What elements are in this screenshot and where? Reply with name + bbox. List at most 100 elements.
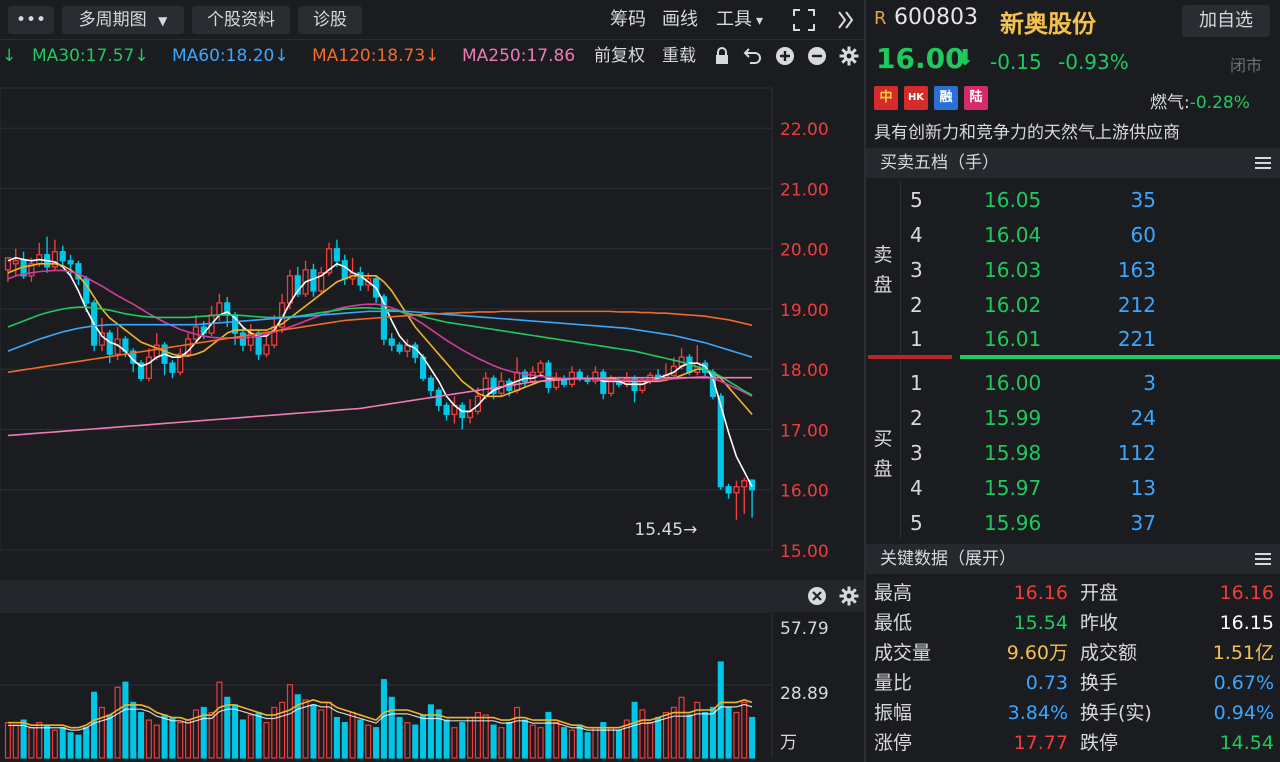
candle-body[interactable] [263,344,270,355]
volume-bar[interactable] [67,732,74,759]
candle-body[interactable] [169,362,176,373]
volume-bar[interactable] [208,711,215,759]
volume-bar[interactable] [310,704,317,759]
bid-row[interactable]: 5 15.96 37 [866,506,1280,540]
volume-bar[interactable] [404,722,411,759]
candle-body[interactable] [467,410,474,419]
volume-bar[interactable] [474,711,481,759]
overlay-button[interactable]: 重载 [662,40,696,72]
candle-body[interactable] [12,260,19,265]
land-connect-icon[interactable]: 陆 [964,86,988,110]
volume-bar[interactable] [122,681,129,759]
volume-bar[interactable] [412,724,419,759]
volume-bar[interactable] [224,696,231,759]
volume-bar[interactable] [130,701,137,759]
volume-bar[interactable] [263,722,270,759]
volume-bar[interactable] [75,734,82,759]
gear-icon[interactable] [838,40,860,77]
candle-body[interactable] [741,480,748,488]
volume-bar[interactable] [138,711,145,759]
volume-bar[interactable] [279,701,286,759]
volume-bar[interactable] [44,724,51,759]
volume-bar[interactable] [114,686,121,759]
period-dropdown[interactable]: 多周期图 ▼ [62,6,184,34]
bid-row[interactable]: 3 15.98 112 [866,436,1280,470]
orderbook-header[interactable]: 买卖五档（手） [866,148,1280,178]
volume-bar[interactable] [576,724,583,759]
flag-cn-icon[interactable]: 中 [874,86,898,110]
volume-bar[interactable] [349,711,356,759]
volume-bar[interactable] [28,727,35,759]
margin-icon[interactable]: 融 [934,86,958,110]
tools-dropdown[interactable]: 工具 ▾ [716,6,763,34]
volume-bar[interactable] [216,681,223,759]
candle-body[interactable] [733,486,740,494]
candle-body[interactable] [216,302,223,316]
volume-bar[interactable] [247,714,254,759]
volume-bar[interactable] [427,704,434,759]
candle-body[interactable] [67,260,74,265]
stock-profile-button[interactable]: 个股资料 [192,6,290,34]
volume-bar[interactable] [161,714,168,759]
volume-bar[interactable] [302,699,309,759]
volume-bar[interactable] [678,696,685,759]
double-chevron-right-icon[interactable] [836,6,856,34]
candle-body[interactable] [333,248,340,262]
ask-row[interactable]: 4 16.04 60 [866,218,1280,252]
candle-body[interactable] [608,380,615,394]
volume-bar[interactable] [239,719,246,759]
volume-bar[interactable] [169,716,176,759]
volume-bar[interactable] [482,714,489,759]
candle-body[interactable] [443,404,450,416]
menu-icon[interactable] [1254,148,1272,180]
candle-body[interactable] [537,362,544,373]
more-button[interactable]: ••• [8,6,54,34]
volume-bar[interactable] [12,724,19,759]
candle-body[interactable] [600,371,607,394]
volume-bar[interactable] [443,719,450,759]
volume-bar[interactable] [717,661,724,759]
candle-body[interactable] [435,389,442,407]
draw-line-button[interactable]: 画线 [662,6,698,34]
candle-body[interactable] [388,338,395,346]
volume-bar[interactable] [59,727,66,759]
volume-bar[interactable] [185,719,192,759]
volume-bar[interactable] [506,722,513,759]
volume-bar[interactable] [98,706,105,759]
bid-row[interactable]: 2 15.99 24 [866,401,1280,435]
volume-bar[interactable] [615,729,622,759]
volume-bar[interactable] [365,724,372,759]
diagnose-button[interactable]: 诊股 [298,6,362,34]
volume-bar[interactable] [255,711,262,759]
adjust-button[interactable]: 前复权 [594,40,645,72]
volume-bar[interactable] [561,727,568,759]
bid-row[interactable]: 4 15.97 13 [866,471,1280,505]
hk-connect-icon[interactable]: HK [904,86,928,110]
sector-change[interactable]: 燃气:-0.28% [1150,88,1250,113]
volume-bar[interactable] [396,716,403,759]
add-watchlist-button[interactable]: 加自选 [1182,5,1270,37]
ask-row[interactable]: 5 16.05 35 [866,183,1280,217]
volume-bar[interactable] [388,696,395,759]
volume-bar[interactable] [451,727,458,759]
volume-bar[interactable] [568,729,575,759]
volume-bar[interactable] [490,724,497,759]
volume-bar[interactable] [341,722,348,759]
volume-bar[interactable] [733,711,740,759]
volume-bar[interactable] [51,729,58,759]
volume-bar[interactable] [177,722,184,759]
candle-body[interactable] [576,371,583,379]
volume-bar[interactable] [592,727,599,759]
candle-body[interactable] [59,251,66,262]
volume-bar[interactable] [467,716,474,759]
candle-body[interactable] [427,377,434,391]
volume-bar[interactable] [647,722,654,759]
volume-bar[interactable] [725,706,732,759]
chips-button[interactable]: 筹码 [610,6,646,34]
candle-body[interactable] [725,486,732,494]
undo-icon[interactable] [742,40,764,77]
volume-bar[interactable] [631,701,638,759]
candle-body[interactable] [482,377,489,397]
volume-bar[interactable] [553,722,560,759]
volume-bar[interactable] [702,711,709,759]
